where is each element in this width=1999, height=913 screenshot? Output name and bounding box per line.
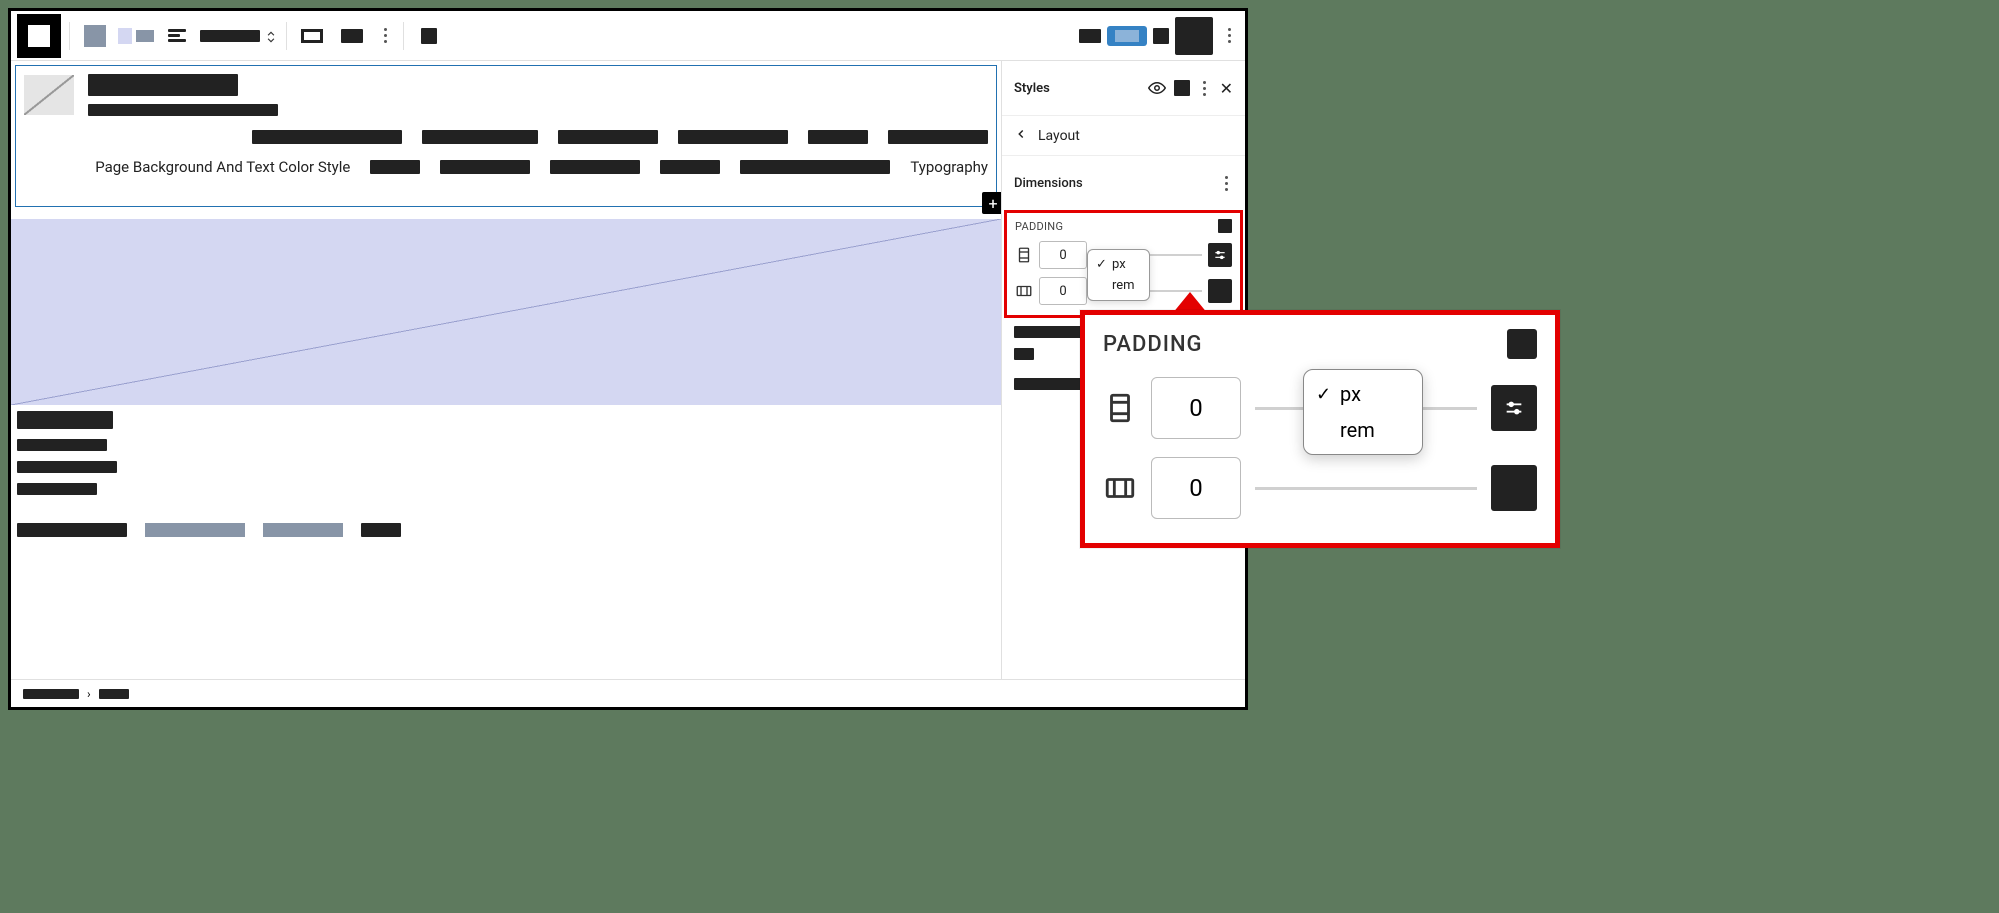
padding-label: PADDING [1015,220,1063,233]
dimensions-more-icon[interactable] [1219,166,1233,200]
sidebar-title: Styles [1014,81,1140,96]
site-logo-placeholder[interactable] [24,75,74,115]
eye-icon[interactable] [1148,79,1166,97]
chevron-updown-icon [264,29,278,43]
callout-link-toggle[interactable] [1507,329,1537,359]
breadcrumb-item-2[interactable] [99,689,129,699]
toolbar-dropdown[interactable] [200,29,278,43]
editor-canvas[interactable]: Page Background And Text Color Style Typ… [11,61,1001,679]
block-icon[interactable] [78,19,112,53]
breadcrumb-item-1[interactable] [23,689,79,699]
view-mode-1[interactable] [1079,29,1101,43]
nav-item-page-bg[interactable]: Page Background And Text Color Style [95,158,350,176]
footer-links[interactable] [17,523,995,537]
padding-callout-zoom: PADDING 0 0 ✓px rem [1080,310,1560,548]
unit-dropdown[interactable]: ✓px rem [1087,249,1150,301]
toolbar-more-icon[interactable] [1219,19,1239,53]
hero-image-placeholder[interactable] [11,219,1001,405]
sidebar-nav-label: Layout [1038,128,1080,144]
padding-horizontal-swatch[interactable] [1208,279,1232,303]
padding-horizontal-input[interactable]: 0 [1039,277,1087,305]
header-block-selected[interactable]: Page Background And Text Color Style Typ… [15,65,997,207]
callout-horizontal-slider[interactable] [1255,487,1477,490]
site-title-redacted [88,74,238,96]
dimensions-label: Dimensions [1014,176,1083,191]
callout-vertical-input[interactable]: 0 [1151,377,1241,439]
align-icon[interactable] [160,19,194,53]
nav-item-typography[interactable]: Typography [910,158,988,176]
header-nav[interactable]: Page Background And Text Color Style Typ… [24,130,988,176]
settings-toggle[interactable] [1175,17,1213,55]
padding-vertical-custom-button[interactable] [1208,243,1232,267]
layout-variants[interactable] [118,28,154,44]
app-logo[interactable] [17,14,61,58]
view-mode-active[interactable] [1107,26,1147,46]
callout-horizontal-swatch[interactable] [1491,465,1537,511]
padding-vertical-icon [1015,246,1033,264]
style-swatch[interactable] [1174,80,1190,96]
container-icon[interactable] [295,19,329,53]
unit-option-px[interactable]: ✓px [1088,254,1149,275]
callout-unit-dropdown[interactable]: ✓px rem [1303,369,1423,455]
site-tagline-redacted [88,104,278,116]
add-block-button[interactable]: + [982,192,1001,214]
padding-link-toggle[interactable] [1218,219,1232,233]
more-options-icon[interactable] [375,19,395,53]
unit-option-rem[interactable]: rem [1088,275,1149,296]
close-sidebar-button[interactable]: ✕ [1220,79,1233,98]
sidebar-more-icon[interactable] [1198,71,1212,105]
top-toolbar [11,11,1245,61]
callout-vertical-icon [1103,391,1137,425]
breadcrumb-sep: › [87,687,91,701]
callout-unit-rem[interactable]: rem [1304,412,1422,448]
breadcrumb[interactable]: › [11,679,1245,707]
callout-unit-px[interactable]: ✓px [1304,376,1422,412]
content-blocks [11,405,1001,557]
callout-horizontal-icon [1103,471,1137,505]
fill-icon[interactable] [335,19,369,53]
back-button[interactable] [1014,126,1028,145]
callout-vertical-custom-button[interactable] [1491,385,1537,431]
callout-horizontal-input[interactable]: 0 [1151,457,1241,519]
padding-horizontal-icon [1015,282,1033,300]
extra-block-icon[interactable] [412,19,446,53]
padding-vertical-input[interactable]: 0 [1039,241,1087,269]
view-mode-3[interactable] [1153,28,1169,44]
callout-title: PADDING [1103,332,1203,357]
